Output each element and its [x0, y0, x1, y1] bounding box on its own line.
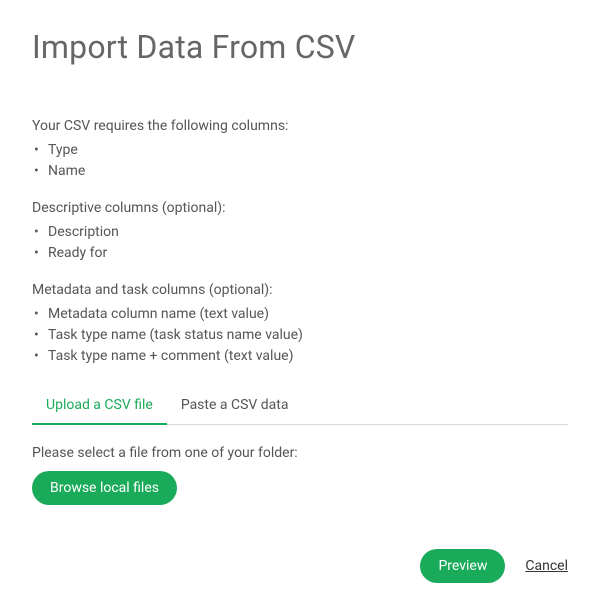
metadata-columns-section: Metadata and task columns (optional): Me…: [32, 282, 568, 367]
browse-local-files-button[interactable]: Browse local files: [32, 471, 177, 505]
page-title: Import Data From CSV: [32, 28, 568, 66]
upload-prompt: Please select a file from one of your fo…: [32, 445, 568, 461]
list-item: Metadata column name (text value): [32, 304, 568, 325]
tab-upload-csv[interactable]: Upload a CSV file: [32, 387, 167, 425]
metadata-columns-heading: Metadata and task columns (optional):: [32, 282, 568, 298]
list-item: Task type name + comment (text value): [32, 346, 568, 367]
tabs: Upload a CSV file Paste a CSV data: [32, 387, 568, 425]
descriptive-columns-list: Description Ready for: [32, 222, 568, 264]
list-item: Type: [32, 140, 568, 161]
descriptive-columns-section: Descriptive columns (optional): Descript…: [32, 200, 568, 264]
list-item: Description: [32, 222, 568, 243]
footer-actions: Preview Cancel: [420, 549, 568, 583]
list-item: Ready for: [32, 243, 568, 264]
list-item: Task type name (task status name value): [32, 325, 568, 346]
descriptive-columns-heading: Descriptive columns (optional):: [32, 200, 568, 216]
list-item: Name: [32, 161, 568, 182]
required-columns-section: Your CSV requires the following columns:…: [32, 118, 568, 182]
tab-paste-csv[interactable]: Paste a CSV data: [167, 387, 303, 425]
required-columns-heading: Your CSV requires the following columns:: [32, 118, 568, 134]
required-columns-list: Type Name: [32, 140, 568, 182]
preview-button[interactable]: Preview: [420, 549, 505, 583]
metadata-columns-list: Metadata column name (text value) Task t…: [32, 304, 568, 367]
cancel-link[interactable]: Cancel: [525, 558, 568, 574]
